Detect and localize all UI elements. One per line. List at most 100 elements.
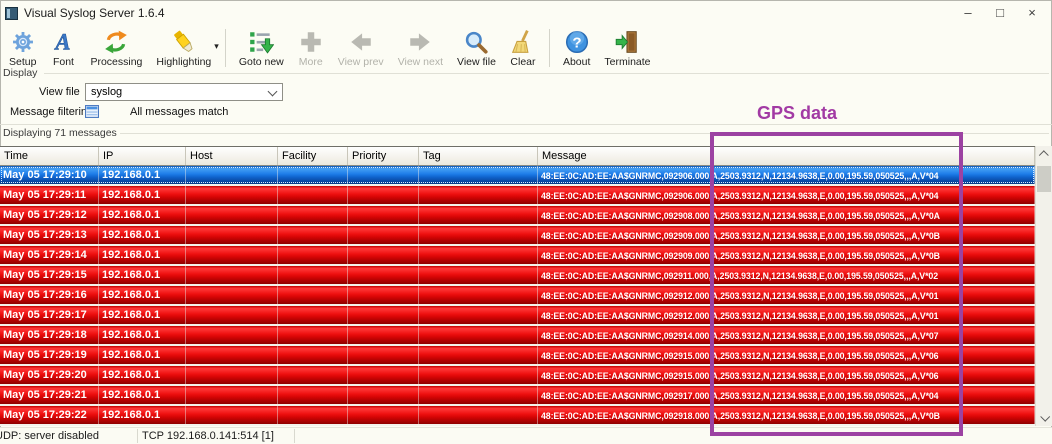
view-prev-button[interactable]: View prev	[331, 26, 391, 68]
table-row[interactable]: May 05 17:29:15192.168.0.148:EE:0C:AD:EE…	[0, 266, 1035, 284]
close-button[interactable]: ×	[1016, 0, 1048, 26]
scroll-down-button[interactable]	[1036, 409, 1052, 426]
cell-message: 48:EE:0C:AD:EE:AA$GNRMC,092909.000,A,250…	[538, 226, 1035, 244]
table-row[interactable]: May 05 17:29:17192.168.0.148:EE:0C:AD:EE…	[0, 306, 1035, 324]
vertical-scrollbar[interactable]	[1035, 146, 1052, 426]
cell-time: May 05 17:29:10	[0, 166, 99, 184]
cell-message: 48:EE:0C:AD:EE:AA$GNRMC,092906.000,A,250…	[538, 166, 1035, 184]
cell-host	[186, 366, 278, 384]
messages-group-line	[120, 133, 1049, 134]
cell-ip: 192.168.0.1	[99, 306, 186, 324]
table-row[interactable]: May 05 17:29:11192.168.0.148:EE:0C:AD:EE…	[0, 186, 1035, 204]
cell-time: May 05 17:29:16	[0, 286, 99, 304]
view-file-dropdown[interactable]: syslog	[85, 83, 283, 101]
table-row[interactable]: May 05 17:29:19192.168.0.148:EE:0C:AD:EE…	[0, 346, 1035, 364]
table-row[interactable]: May 05 17:29:13192.168.0.148:EE:0C:AD:EE…	[0, 226, 1035, 244]
cell-time: May 05 17:29:14	[0, 246, 99, 264]
gps-data-annotation-label: GPS data	[757, 103, 837, 124]
table-row[interactable]: May 05 17:29:16192.168.0.148:EE:0C:AD:EE…	[0, 286, 1035, 304]
cell-message: 48:EE:0C:AD:EE:AA$GNRMC,092908.000,A,250…	[538, 206, 1035, 224]
clear-button[interactable]: Clear	[503, 26, 543, 68]
cell-priority	[348, 166, 419, 184]
svg-text:A: A	[54, 29, 71, 54]
table-row[interactable]: May 05 17:29:12192.168.0.148:EE:0C:AD:EE…	[0, 206, 1035, 224]
window-controls: – □ ×	[952, 0, 1048, 26]
highlighting-button[interactable]: Highlighting	[149, 26, 218, 68]
view-next-button[interactable]: View next	[391, 26, 450, 68]
view-file-value: syslog	[91, 86, 122, 98]
chevron-down-icon	[268, 87, 278, 97]
arrow-right-icon	[407, 28, 433, 55]
scroll-up-button[interactable]	[1036, 146, 1052, 163]
filter-summary: All messages match	[130, 106, 228, 118]
cell-facility	[278, 206, 348, 224]
cell-tag	[419, 326, 538, 344]
chevron-down-icon	[1040, 412, 1050, 422]
view-file-button[interactable]: View file	[450, 26, 503, 68]
toolbar-button-label: Font	[53, 56, 74, 68]
cell-message: 48:EE:0C:AD:EE:AA$GNRMC,092909.000,A,250…	[538, 246, 1035, 264]
font-button[interactable]: A Font	[43, 26, 83, 68]
table-row[interactable]: May 05 17:29:21192.168.0.148:EE:0C:AD:EE…	[0, 386, 1035, 404]
column-header-message[interactable]: Message	[538, 147, 1035, 165]
cell-tag	[419, 246, 538, 264]
cell-message: 48:EE:0C:AD:EE:AA$GNRMC,092906.000,A,250…	[538, 186, 1035, 204]
cell-host	[186, 406, 278, 424]
cell-ip: 192.168.0.1	[99, 286, 186, 304]
more-button[interactable]: More	[291, 26, 331, 68]
broom-icon	[510, 28, 536, 55]
gear-icon	[10, 28, 36, 55]
cell-ip: 192.168.0.1	[99, 346, 186, 364]
cell-ip: 192.168.0.1	[99, 186, 186, 204]
column-header-tag[interactable]: Tag	[419, 147, 538, 165]
minimize-button[interactable]: –	[952, 0, 984, 26]
column-header-facility[interactable]: Facility	[278, 147, 348, 165]
cell-tag	[419, 266, 538, 284]
section-divider-line	[0, 124, 1052, 125]
cell-ip: 192.168.0.1	[99, 246, 186, 264]
table-row[interactable]: May 05 17:29:22192.168.0.148:EE:0C:AD:EE…	[0, 406, 1035, 424]
cell-priority	[348, 186, 419, 204]
cell-ip: 192.168.0.1	[99, 406, 186, 424]
cell-tag	[419, 366, 538, 384]
column-header-host[interactable]: Host	[186, 147, 278, 165]
table-row[interactable]: May 05 17:29:10192.168.0.148:EE:0C:AD:EE…	[0, 166, 1035, 184]
cell-facility	[278, 166, 348, 184]
font-icon: A	[50, 28, 76, 55]
maximize-button[interactable]: □	[984, 0, 1016, 26]
message-filtering-label: Message filtering	[10, 106, 93, 118]
app-icon	[5, 7, 18, 20]
processing-button[interactable]: Processing	[83, 26, 149, 68]
status-bar: UDP: server disabledTCP 192.168.0.141:51…	[0, 427, 1052, 444]
terminate-button[interactable]: Terminate	[597, 26, 657, 68]
cell-host	[186, 186, 278, 204]
cell-host	[186, 206, 278, 224]
cell-facility	[278, 346, 348, 364]
cell-facility	[278, 306, 348, 324]
column-header-ip[interactable]: IP	[99, 147, 186, 165]
cell-time: May 05 17:29:12	[0, 206, 99, 224]
cell-time: May 05 17:29:15	[0, 266, 99, 284]
goto-new-button[interactable]: Goto new	[232, 26, 291, 68]
cell-ip: 192.168.0.1	[99, 386, 186, 404]
toolbar-button-label: Processing	[90, 56, 142, 68]
cell-host	[186, 266, 278, 284]
about-button[interactable]: ?About	[556, 26, 597, 68]
filter-settings-button[interactable]	[85, 105, 99, 118]
chevron-up-icon	[1038, 150, 1048, 160]
statusbar-divider	[294, 429, 295, 443]
table-row[interactable]: May 05 17:29:14192.168.0.1 48:EE:0C:AD:EE…	[0, 246, 1035, 264]
cell-facility	[278, 246, 348, 264]
column-header-priority[interactable]: Priority	[348, 147, 419, 165]
column-header-time[interactable]: Time	[0, 147, 99, 165]
view-file-label: View file	[39, 86, 80, 98]
setup-button[interactable]: Setup	[2, 26, 43, 68]
goto-new-list-icon	[248, 28, 274, 55]
cell-time: May 05 17:29:19	[0, 346, 99, 364]
scrollbar-thumb[interactable]	[1037, 166, 1051, 192]
cell-host	[186, 326, 278, 344]
highlighting-dropdown-button[interactable]: ▾	[214, 41, 219, 52]
table-row[interactable]: May 05 17:29:18192.168.0.148:EE:0C:AD:EE…	[0, 326, 1035, 344]
table-row[interactable]: May 05 17:29:20192.168.0.148:EE:0C:AD:EE…	[0, 366, 1035, 384]
cell-priority	[348, 246, 419, 264]
